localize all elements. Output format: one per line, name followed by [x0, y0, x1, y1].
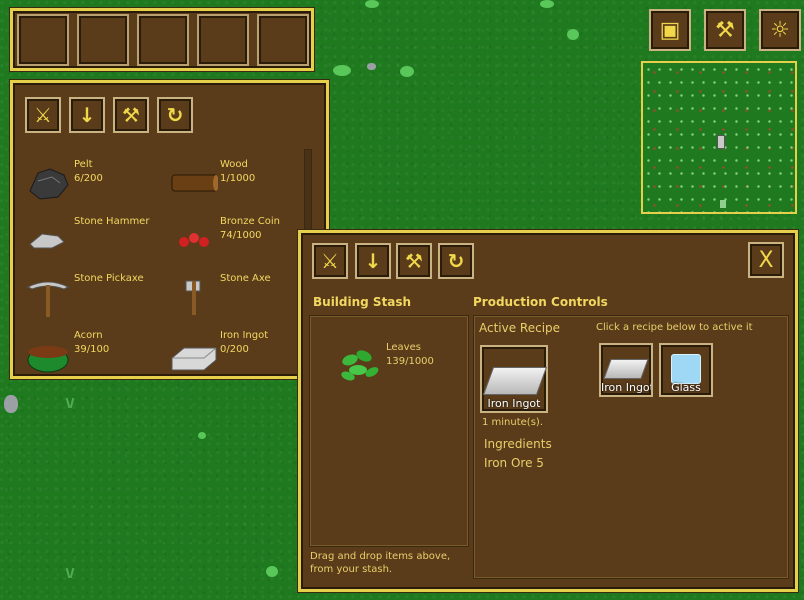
item-quantity: 6/200 [74, 173, 103, 184]
hotbar-slot[interactable] [77, 14, 129, 66]
build-tool-button[interactable]: ⚒ [113, 97, 149, 133]
hammer-icon: ⚒ [405, 249, 423, 273]
stash-hint: Drag and drop items above, from your sta… [310, 551, 451, 575]
stone-hammer-icon [29, 233, 65, 249]
iron-ingot-icon [482, 367, 548, 395]
hotbar-slots [17, 14, 309, 66]
chest-icon: ▣ [659, 17, 681, 43]
controls-panel: Active Recipe Click a recipe below to ac… [473, 315, 789, 579]
recipe-option-name: Glass [671, 381, 701, 394]
recipe-option-name: Iron Ingot [601, 381, 651, 394]
grass-tuft [63, 568, 77, 578]
rotate-tool-button[interactable]: ↻ [157, 97, 193, 133]
item-name: Iron Ingot [220, 330, 269, 341]
acorn-icon [27, 346, 69, 373]
minimap[interactable] [641, 61, 797, 214]
item-name: Acorn [74, 330, 103, 341]
bronze-coin-icon [179, 233, 209, 247]
inventory-item[interactable]: Stone Axe [170, 273, 310, 321]
ingredients-label: Ingredients [484, 437, 552, 451]
pelt-icon [29, 168, 69, 200]
controls-title: Production Controls [473, 295, 608, 309]
iron-ingot-icon [603, 359, 649, 379]
sword-icon: ↓ [364, 249, 382, 273]
stash-item-name: Leaves [386, 342, 421, 353]
stash-item-quantity: 139/1000 [386, 356, 434, 367]
inventory-item[interactable]: Iron Ingot 0/200 [170, 330, 310, 378]
build-tool-button[interactable]: ⚒ [396, 243, 432, 279]
stash-title: Building Stash [313, 295, 412, 309]
inventory-item[interactable]: Pelt 6/200 [24, 159, 164, 207]
active-recipe-name: Iron Ingot [487, 397, 541, 410]
item-name: Pelt [74, 159, 93, 170]
close-icon: X [758, 247, 774, 273]
gather-tool-button[interactable]: ⚔ [312, 243, 348, 279]
rotate-icon: ↻ [166, 103, 184, 127]
glass-icon [671, 354, 701, 384]
item-name: Stone Pickaxe [74, 273, 144, 284]
ingredient-item: Iron Ore 5 [484, 456, 544, 470]
pickaxe-icon: ⚔ [34, 103, 52, 127]
grass-bush [198, 432, 206, 439]
hotbar-slot[interactable] [17, 14, 69, 66]
item-quantity: 39/100 [74, 344, 110, 355]
grass-bush [333, 65, 351, 76]
hammer-icon: ⚒ [715, 17, 735, 43]
close-button[interactable]: X [748, 242, 784, 278]
inventory-item[interactable]: Stone Hammer [24, 216, 164, 264]
grass-bush [400, 66, 414, 77]
tree-marker [720, 200, 726, 208]
rotate-tool-button[interactable]: ↻ [438, 243, 474, 279]
small-rock [367, 63, 376, 70]
stash-item[interactable]: Leaves 139/1000 [338, 342, 468, 386]
gather-tool-button[interactable]: ⚔ [25, 97, 61, 133]
item-quantity: 1/1000 [220, 173, 256, 184]
iron-ingot-icon [171, 347, 217, 371]
hotbar-slot[interactable] [257, 14, 309, 66]
inventory-item[interactable]: Bronze Coin 74/1000 [170, 216, 310, 264]
sword-icon: ↓ [78, 103, 96, 127]
chest-button[interactable]: ▣ [649, 9, 691, 51]
grass-tuft [63, 398, 77, 408]
item-name: Stone Axe [220, 273, 271, 284]
grass-bush [567, 29, 579, 40]
item-name: Wood [220, 159, 248, 170]
grass-bush [540, 0, 554, 8]
ideas-button[interactable]: ☼ [759, 9, 801, 51]
inventory-item[interactable]: Stone Pickaxe [24, 273, 164, 321]
item-name: Bronze Coin [220, 216, 281, 227]
stash-drop-zone[interactable]: Leaves 139/1000 [309, 315, 469, 547]
item-name: Stone Hammer [74, 216, 150, 227]
grass-bush [365, 0, 379, 8]
active-recipe-slot[interactable]: Iron Ingot [480, 345, 548, 413]
leaves-icon [341, 350, 379, 381]
item-quantity: 0/200 [220, 344, 249, 355]
recipe-hint: Click a recipe below to active it [596, 322, 753, 333]
stone-pickaxe-icon [26, 281, 70, 317]
production-window: ⚔ ↓ ⚒ ↻ X Building Stash Production Cont… [298, 230, 798, 592]
lightbulb-icon: ☼ [770, 17, 790, 43]
hammer-icon: ⚒ [122, 103, 140, 127]
weapon-tool-button[interactable]: ↓ [355, 243, 391, 279]
build-button[interactable]: ⚒ [704, 9, 746, 51]
recipe-option[interactable]: Iron Ingot [599, 343, 653, 397]
hotbar [10, 8, 314, 71]
stone-axe-icon [185, 280, 201, 315]
grass-bush [266, 566, 278, 577]
pickaxe-icon: ⚔ [321, 249, 339, 273]
inventory-item[interactable]: Acorn 39/100 [24, 330, 164, 378]
wood-log-icon [171, 174, 218, 192]
active-recipe-time: 1 minute(s). [482, 417, 544, 428]
hotbar-slot[interactable] [137, 14, 189, 66]
item-quantity: 74/1000 [220, 230, 262, 241]
small-rock [4, 395, 18, 413]
weapon-tool-button[interactable]: ↓ [69, 97, 105, 133]
rotate-icon: ↻ [447, 249, 465, 273]
inventory-item[interactable]: Wood 1/1000 [170, 159, 310, 207]
hotbar-slot[interactable] [197, 14, 249, 66]
inventory-panel: ⚔ ↓ ⚒ ↻ Pelt 6/200 Wood 1/1000 Stone Ham… [10, 80, 329, 379]
player-marker [717, 135, 725, 149]
active-recipe-label: Active Recipe [479, 321, 561, 335]
recipe-option[interactable]: Glass [659, 343, 713, 397]
